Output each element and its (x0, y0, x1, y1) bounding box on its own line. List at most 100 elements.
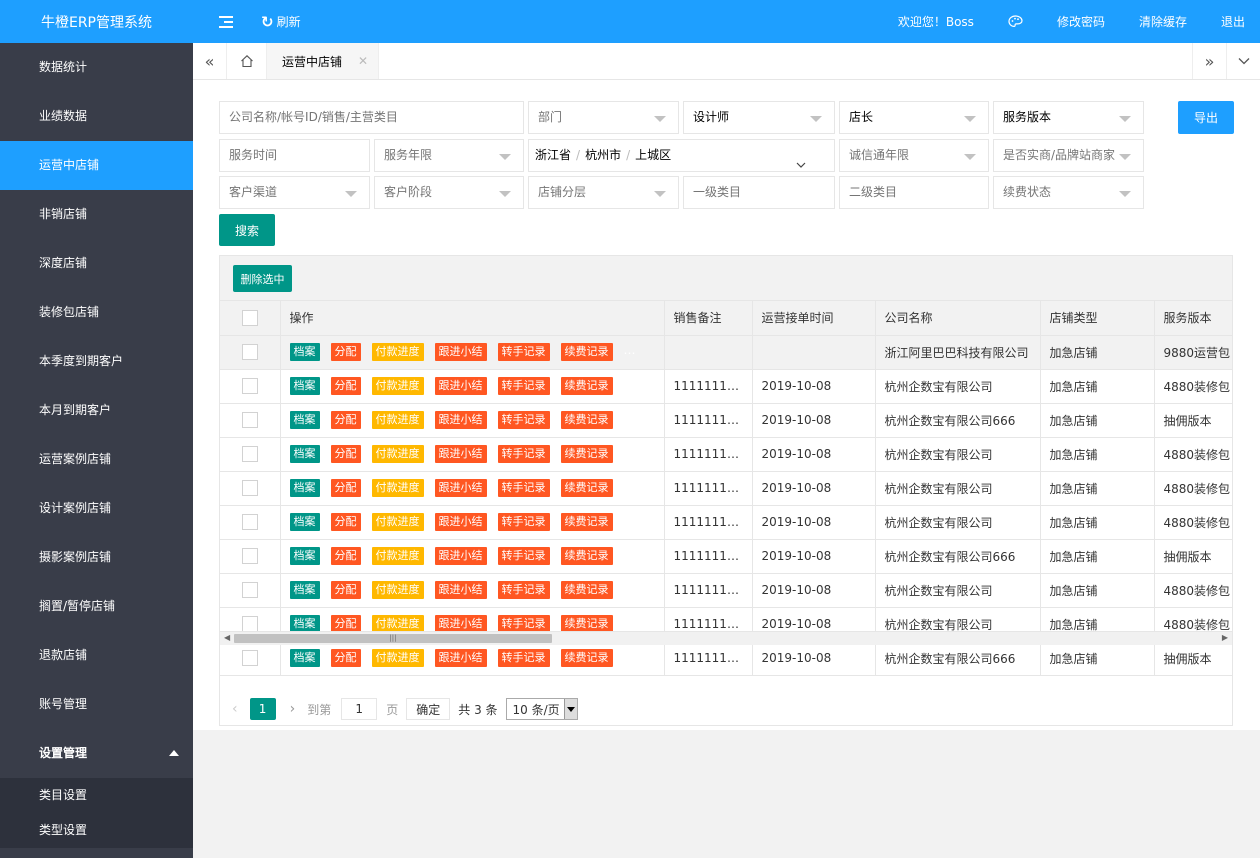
sidebar-item[interactable]: 搁置/暂停店铺 (0, 582, 193, 631)
manufacturer-select[interactable]: 是否实商/品牌站商家 (993, 139, 1144, 172)
row-checkbox[interactable] (241, 344, 258, 360)
clear-cache-link[interactable]: 清除缓存 (1122, 13, 1204, 30)
renewal-status-select[interactable]: 续费状态 (993, 176, 1144, 209)
row-checkbox[interactable] (241, 514, 258, 530)
sidebar-item[interactable]: 设计案例店铺 (0, 484, 193, 533)
row-action-button[interactable]: 转手记录 (497, 513, 550, 531)
row-action-button[interactable]: 跟进小结 (434, 411, 487, 429)
select-all-checkbox[interactable] (241, 309, 258, 326)
row-action-button[interactable]: 分配 (330, 377, 361, 395)
row-checkbox[interactable] (241, 446, 258, 462)
row-action-button[interactable]: 跟进小结 (434, 581, 487, 599)
refresh-button[interactable]: ↻ 刷新 (261, 13, 301, 31)
row-action-button[interactable]: 分配 (330, 445, 361, 463)
designer-select[interactable]: 设计师 (683, 101, 835, 134)
scrollbar-thumb[interactable]: ||| (234, 634, 552, 643)
sidebar-item[interactable]: 运营案例店铺 (0, 435, 193, 484)
row-action-button[interactable]: 付款进度 (371, 547, 424, 565)
sidebar-item[interactable]: 摄影案例店铺 (0, 533, 193, 582)
row-action-button[interactable]: 分配 (330, 581, 361, 599)
tab-menu-chevron-down-icon[interactable] (1226, 43, 1260, 79)
row-action-button[interactable]: 档案 (289, 343, 320, 361)
row-action-button[interactable]: 档案 (289, 581, 320, 599)
sidebar-group-settings[interactable]: 设置管理 (0, 729, 193, 778)
row-action-button[interactable]: 跟进小结 (434, 377, 487, 395)
sidebar-item[interactable]: 装修包店铺 (0, 288, 193, 337)
tab-scroll-left-icon[interactable]: « (193, 43, 227, 79)
next-page-icon[interactable]: › (290, 701, 296, 717)
export-button[interactable]: 导出 (1178, 101, 1234, 134)
row-action-button[interactable]: 付款进度 (371, 581, 424, 599)
close-tab-icon[interactable]: ✕ (358, 54, 368, 68)
row-action-button[interactable]: 付款进度 (371, 649, 424, 667)
page-number-current[interactable]: 1 (249, 698, 276, 720)
page-size-select[interactable]: 10 条/页 (505, 698, 578, 720)
horizontal-scrollbar[interactable]: ◀ ||| ▶ (220, 631, 1232, 645)
service-years-select[interactable]: 服务年限 (374, 139, 524, 172)
row-action-button[interactable]: 档案 (289, 547, 320, 565)
row-action-button[interactable]: 付款进度 (371, 411, 424, 429)
change-password-link[interactable]: 修改密码 (1040, 13, 1122, 30)
row-action-button[interactable]: 分配 (330, 649, 361, 667)
goto-page-input[interactable]: 1 (341, 698, 378, 720)
row-action-button[interactable]: 续费记录 (560, 581, 613, 599)
theme-button[interactable] (991, 15, 1040, 28)
store-tier-select[interactable]: 店铺分层 (528, 176, 679, 209)
row-action-button[interactable]: 续费记录 (560, 649, 613, 667)
credit-years-select[interactable]: 诚信通年限 (839, 139, 989, 172)
service-time-input[interactable]: 服务时间 (219, 139, 370, 172)
row-checkbox[interactable] (241, 650, 258, 666)
row-action-button[interactable]: 分配 (330, 479, 361, 497)
row-checkbox[interactable] (241, 582, 258, 598)
row-action-button[interactable]: 档案 (289, 445, 320, 463)
row-action-button[interactable]: 续费记录 (560, 513, 613, 531)
row-action-button[interactable]: 档案 (289, 513, 320, 531)
row-action-button[interactable]: 付款进度 (371, 343, 424, 361)
company-search-input[interactable]: 公司名称/帐号ID/销售/主营类目 (219, 101, 524, 134)
sidebar-item[interactable]: 深度店铺 (0, 239, 193, 288)
row-action-button[interactable]: 分配 (330, 513, 361, 531)
service-version-select[interactable]: 服务版本 (993, 101, 1144, 134)
row-action-button[interactable]: 跟进小结 (434, 649, 487, 667)
row-action-button[interactable]: 分配 (330, 411, 361, 429)
row-action-button[interactable]: 跟进小结 (434, 547, 487, 565)
row-checkbox[interactable] (241, 480, 258, 496)
row-action-button[interactable]: 转手记录 (497, 479, 550, 497)
prev-page-icon[interactable]: ‹ (232, 701, 238, 717)
row-action-button[interactable]: 分配 (330, 343, 361, 361)
tab-operating-stores[interactable]: 运营中店铺 ✕ (267, 43, 379, 79)
sidebar-item[interactable]: 非销店铺 (0, 190, 193, 239)
row-action-button[interactable]: 转手记录 (497, 581, 550, 599)
row-action-button[interactable]: 续费记录 (560, 411, 613, 429)
row-action-button[interactable]: 续费记录 (560, 445, 613, 463)
row-action-button[interactable]: 转手记录 (497, 377, 550, 395)
store-manager-select[interactable]: 店长 (839, 101, 989, 134)
home-tab[interactable] (227, 43, 267, 79)
row-action-button[interactable]: 续费记录 (560, 377, 613, 395)
row-action-button[interactable]: 付款进度 (371, 513, 424, 531)
row-action-button[interactable]: 续费记录 (560, 343, 613, 361)
row-action-button[interactable]: 转手记录 (497, 649, 550, 667)
row-action-button[interactable]: 续费记录 (560, 479, 613, 497)
scroll-left-arrow-icon[interactable]: ◀ (224, 633, 230, 642)
category2-input[interactable]: 二级类目 (839, 176, 989, 209)
row-action-button[interactable]: 档案 (289, 377, 320, 395)
row-action-button[interactable]: 付款进度 (371, 479, 424, 497)
row-action-button[interactable]: 付款进度 (371, 377, 424, 395)
category1-input[interactable]: 一级类目 (683, 176, 835, 209)
row-action-button[interactable]: 转手记录 (497, 445, 550, 463)
row-action-button[interactable]: 跟进小结 (434, 479, 487, 497)
customer-stage-select[interactable]: 客户阶段 (374, 176, 524, 209)
row-checkbox[interactable] (241, 548, 258, 564)
search-button[interactable]: 搜索 (219, 214, 275, 246)
row-action-button[interactable]: 转手记录 (497, 411, 550, 429)
row-action-button[interactable]: 付款进度 (371, 445, 424, 463)
row-action-button[interactable]: 转手记录 (497, 343, 550, 361)
row-checkbox[interactable] (241, 616, 258, 632)
sidebar-item-type-settings[interactable]: 类型设置 (0, 813, 193, 848)
goto-confirm-button[interactable]: 确定 (406, 698, 451, 720)
row-checkbox[interactable] (241, 412, 258, 428)
row-checkbox[interactable] (241, 378, 258, 394)
tab-scroll-right-icon[interactable]: » (1192, 43, 1226, 79)
row-action-button[interactable]: 档案 (289, 411, 320, 429)
